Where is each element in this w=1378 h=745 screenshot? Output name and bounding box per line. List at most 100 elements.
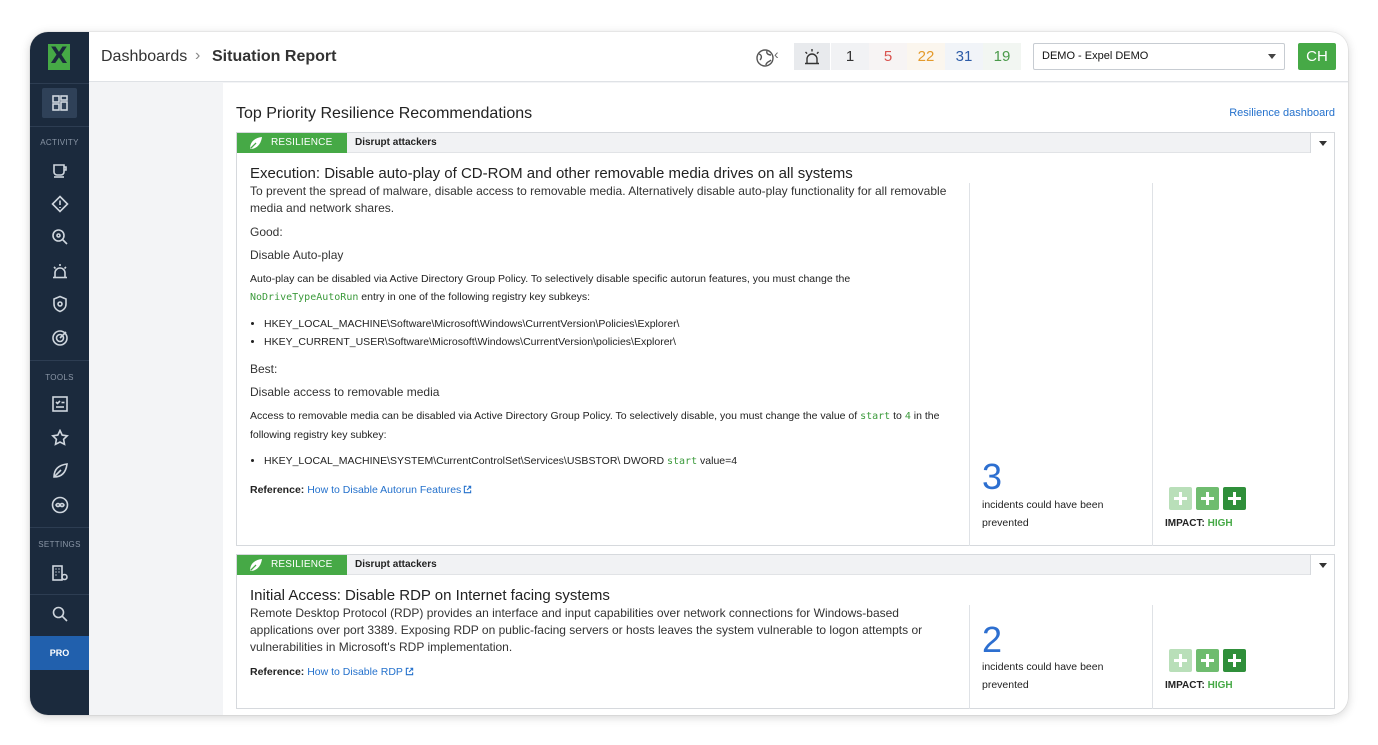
impact-meter <box>1169 487 1246 510</box>
search-icon <box>52 606 68 622</box>
best-heading: Best: <box>250 362 278 376</box>
incident-alarm[interactable] <box>794 43 830 70</box>
impact-plus-icon <box>1169 487 1192 510</box>
magnify-eye-icon <box>51 229 68 245</box>
infinity-icon <box>51 496 68 514</box>
recommendation-body: Remote Desktop Protocol (RDP) provides a… <box>250 605 965 689</box>
sidebar-divider <box>30 126 89 127</box>
top-bar: Dashboards › Situation Report ‹ 1 5 22 3… <box>89 32 1348 82</box>
severity-critical-count[interactable]: 1 <box>831 43 869 70</box>
impact-plus-icon <box>1169 649 1192 672</box>
leaf-icon <box>52 463 68 478</box>
breadcrumb-dashboards[interactable]: Dashboards <box>101 48 187 66</box>
reference: Reference: How to Disable RDP <box>250 663 965 681</box>
best-description: Access to removable media can be disable… <box>250 407 965 444</box>
reference-link[interactable]: How to Disable Autorun Features <box>307 484 461 496</box>
siren-icon <box>805 48 819 64</box>
sidebar-divider <box>30 360 89 361</box>
dashboard-grid-icon <box>51 95 68 111</box>
column-divider <box>1152 183 1153 546</box>
chevron-left-icon[interactable]: ‹ <box>774 46 779 62</box>
sidebar-section-settings: SETTINGS <box>38 540 81 549</box>
card-header: RESILIENCE Disrupt attackers <box>237 555 1334 575</box>
breadcrumb-separator: › <box>195 47 201 64</box>
registry-code: start <box>667 456 698 467</box>
sidebar-item-integrations[interactable] <box>42 490 77 520</box>
sidebar-item-investigations[interactable] <box>42 222 77 252</box>
globe-icon[interactable] <box>755 48 775 68</box>
impact-label: IMPACT: HIGH <box>1165 680 1233 691</box>
cup-icon <box>52 164 67 178</box>
impact-plus-icon <box>1223 649 1246 672</box>
reference-label: Reference: <box>250 666 305 678</box>
sidebar-item-resilience[interactable] <box>42 456 77 486</box>
list-item: HKEY_LOCAL_MACHINE\Software\Microsoft\Wi… <box>264 315 965 333</box>
leaf-icon <box>250 559 262 571</box>
severity-low-count[interactable]: 31 <box>945 43 983 70</box>
impact-level: HIGH <box>1207 518 1233 529</box>
external-link-icon <box>464 485 472 494</box>
organization-select-value: DEMO - Expel DEMO <box>1042 50 1149 62</box>
sidebar-item-incidents[interactable] <box>42 256 77 286</box>
alert-diamond-icon <box>50 195 69 213</box>
sidebar-divider <box>30 83 89 84</box>
list-item: HKEY_LOCAL_MACHINE\SYSTEM\CurrentControl… <box>264 452 965 471</box>
external-link-icon <box>405 667 414 676</box>
tag-category: Disrupt attackers <box>355 137 437 148</box>
impact-label-text: IMPACT: <box>1165 518 1205 529</box>
sidebar-section-activity: ACTIVITY <box>40 138 79 147</box>
best-label: Best <box>250 362 275 376</box>
best-registry-list: HKEY_LOCAL_MACHINE\SYSTEM\CurrentControl… <box>264 452 965 471</box>
sidebar-item-alerts[interactable] <box>42 189 77 219</box>
shield-bug-icon <box>52 295 67 313</box>
reference-label: Reference: <box>250 484 305 496</box>
sidebar-item-org-settings[interactable] <box>42 558 77 588</box>
severity-high-count[interactable]: 5 <box>869 43 907 70</box>
column-divider <box>969 183 970 546</box>
resilience-tag: RESILIENCE <box>237 133 347 153</box>
incidents-prevented-text: incidents could have been prevented <box>982 499 1104 529</box>
impact-label: IMPACT: HIGH <box>1165 518 1233 529</box>
sidebar-item-mitre[interactable] <box>42 423 77 453</box>
recommendation-body: To prevent the spread of malware, disabl… <box>250 183 965 507</box>
resilience-dashboard-link[interactable]: Resilience dashboard <box>1229 107 1335 119</box>
card-collapse-toggle[interactable] <box>1310 555 1334 575</box>
sidebar-item-activity-feed[interactable] <box>42 155 77 185</box>
sidebar-item-search[interactable] <box>42 599 77 629</box>
building-gear-icon <box>51 565 68 581</box>
star-network-icon <box>50 429 69 446</box>
list-item: HKEY_CURRENT_USER\Software\Microsoft\Win… <box>264 333 965 351</box>
incidents-count: 3 <box>982 456 1003 497</box>
sidebar: X ACTIVITY TOOLS SETTINGS PRO <box>30 32 89 715</box>
good-label: Good <box>250 225 280 239</box>
registry-value: value=4 <box>700 455 738 467</box>
good-heading: Good: <box>250 225 283 239</box>
section-title: Top Priority Resilience Recommendations <box>236 105 533 122</box>
sidebar-item-dashboards[interactable] <box>42 88 77 118</box>
checklist-icon <box>51 396 68 412</box>
user-avatar[interactable]: CH <box>1298 43 1336 70</box>
impact-meter <box>1169 649 1246 672</box>
impact-level: HIGH <box>1207 680 1233 691</box>
sidebar-item-security[interactable] <box>42 289 77 319</box>
severity-tuning-count[interactable]: 19 <box>983 43 1021 70</box>
column-divider <box>969 605 970 709</box>
card-collapse-toggle[interactable] <box>1310 133 1334 153</box>
pro-badge[interactable]: PRO <box>30 636 89 670</box>
good-registry-list: HKEY_LOCAL_MACHINE\Software\Microsoft\Wi… <box>264 315 965 351</box>
reference-link[interactable]: How to Disable RDP <box>307 666 403 678</box>
recommendation-title: Execution: Disable auto-play of CD-ROM a… <box>250 165 853 182</box>
good-text-2: entry in one of the following registry k… <box>361 291 591 303</box>
expel-logo[interactable]: X <box>48 44 70 70</box>
sidebar-item-checklist[interactable] <box>42 389 77 419</box>
resilience-tag: RESILIENCE <box>237 555 347 575</box>
severity-medium-count[interactable]: 22 <box>907 43 945 70</box>
target-icon <box>51 330 68 346</box>
incidents-count: 2 <box>982 619 1003 660</box>
siren-icon <box>52 264 67 279</box>
organization-select[interactable]: DEMO - Expel DEMO <box>1033 43 1285 70</box>
impact-plus-icon <box>1223 487 1246 510</box>
best-text-2: to <box>893 410 902 422</box>
best-code-2: 4 <box>904 411 911 422</box>
sidebar-item-targets[interactable] <box>42 323 77 353</box>
